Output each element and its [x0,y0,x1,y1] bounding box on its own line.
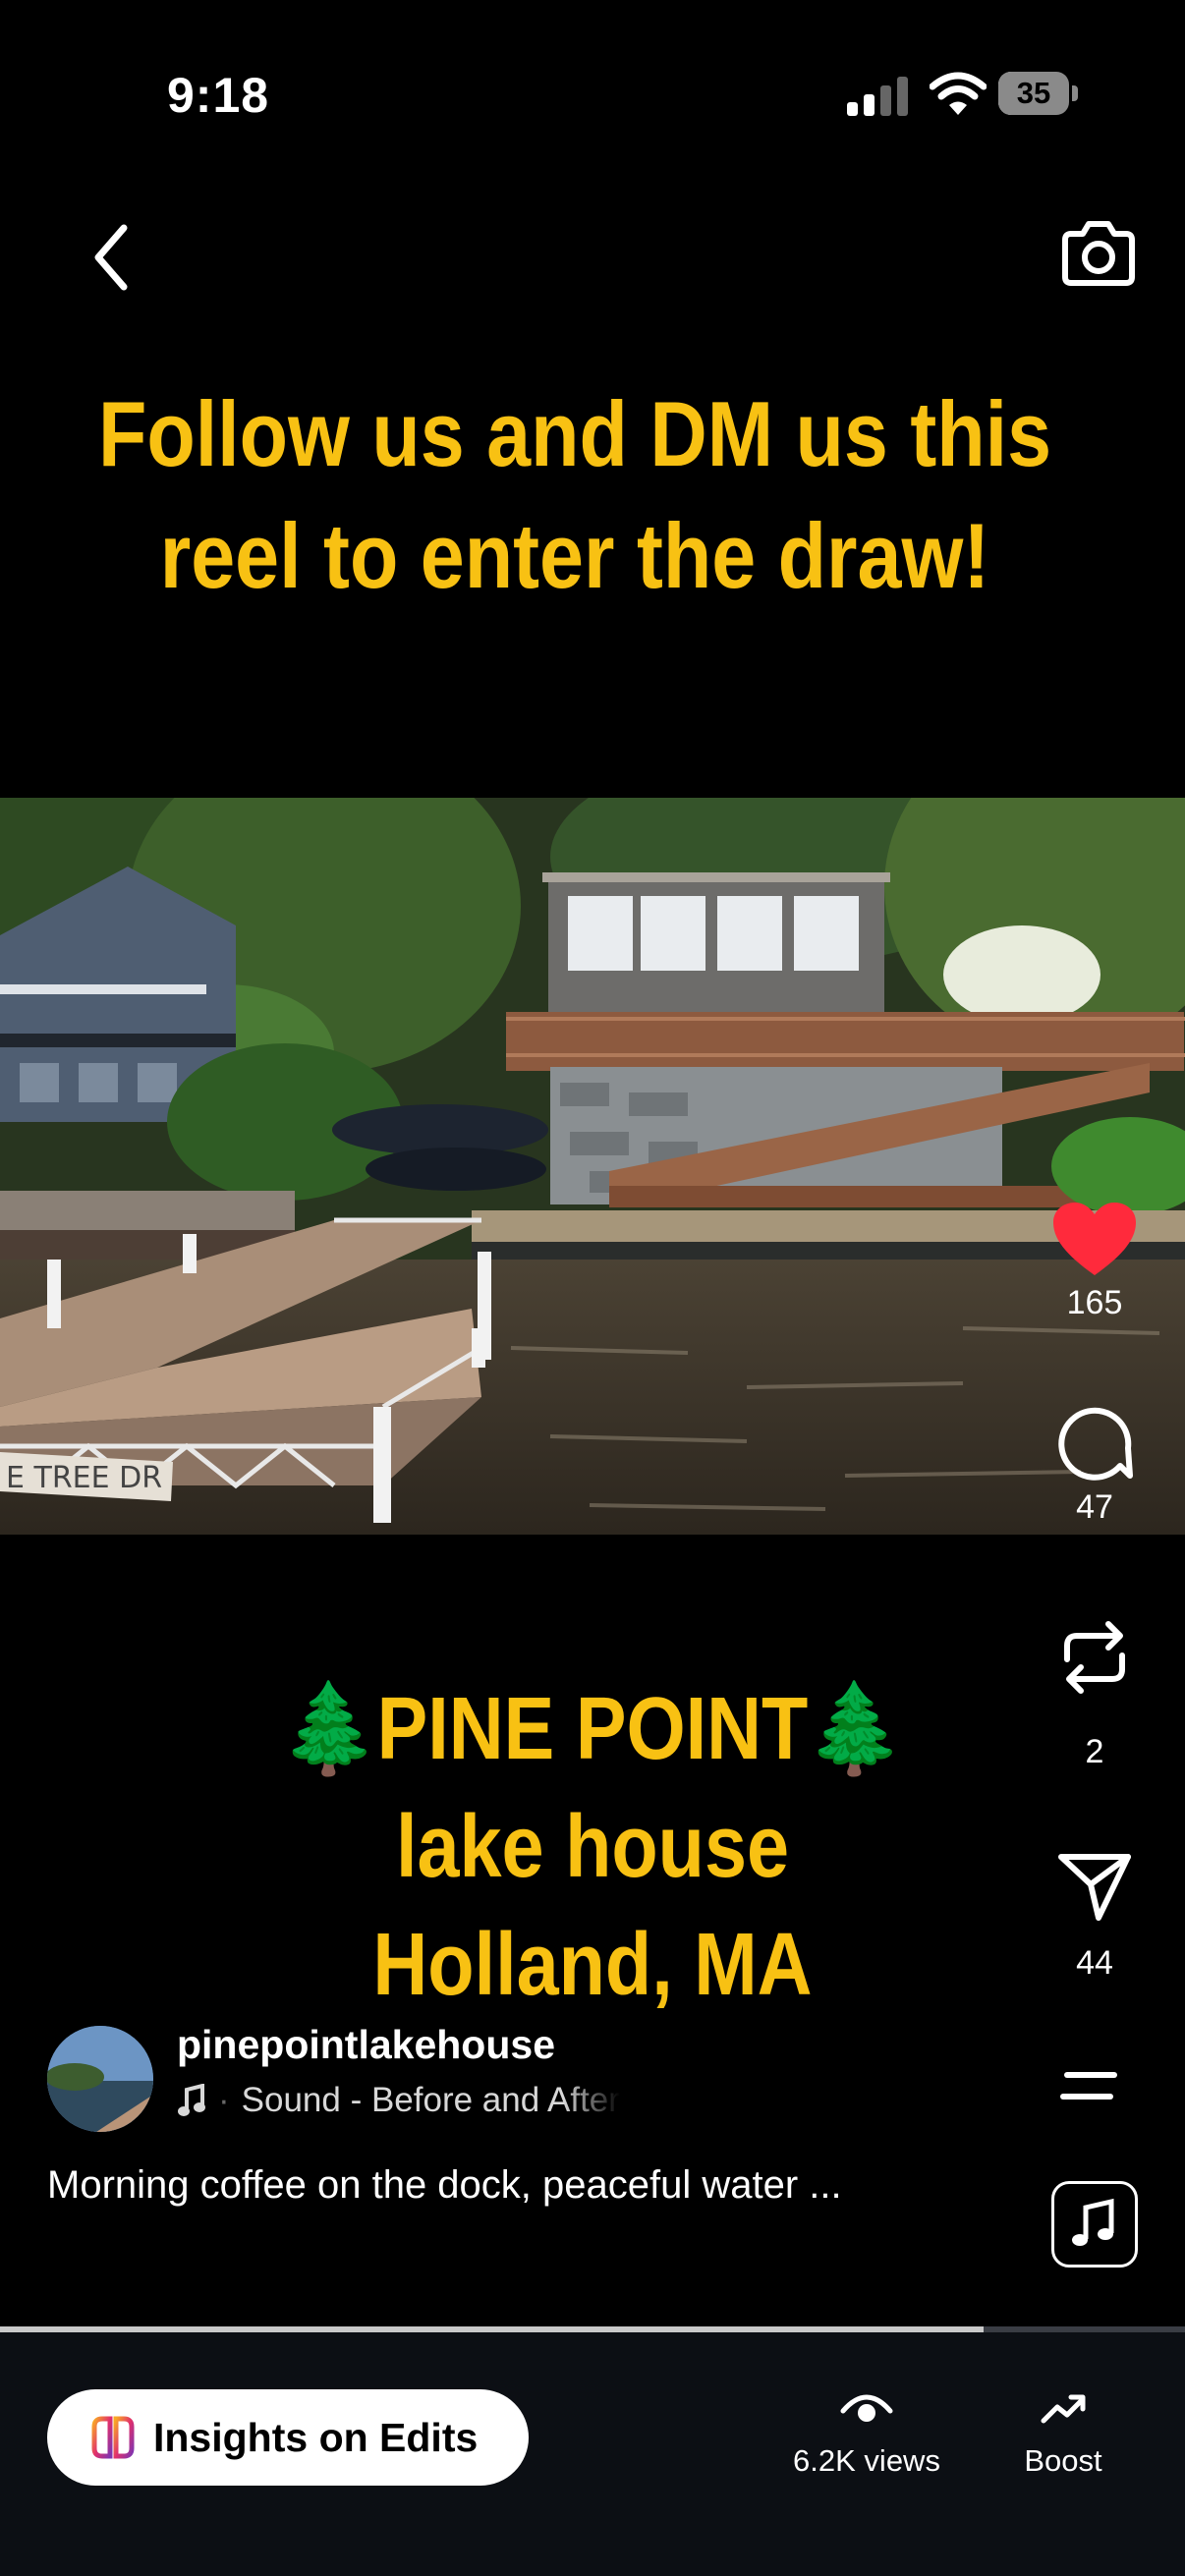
comment-icon [1058,1407,1133,1481]
avatar[interactable] [47,2026,153,2132]
wifi-icon [930,72,987,115]
reel-description[interactable]: Morning coffee on the dock, peaceful wat… [47,2163,842,2208]
music-separator-dot: · [218,2081,230,2119]
lake-house-photo: E TREE DR [0,798,1185,1535]
share-count: 44 [1076,1944,1113,1982]
top-caption: Follow us and DM us this reel to enter t… [81,373,1069,617]
comment-button[interactable]: 47 [1026,1405,1163,1527]
top-caption-line: Follow us and DM us this [97,382,1052,485]
share-button[interactable]: 44 [1026,1847,1163,1983]
views-label: 6.2K views [793,2443,940,2478]
bottom-caption-line: 🌲PINE POINT🌲 [282,1680,903,1778]
views-stat[interactable]: 6.2K views [776,2389,957,2479]
audio-tile-button[interactable] [1051,2181,1138,2268]
trend-up-icon [1041,2394,1086,2424]
repost-icon [1064,1621,1125,1694]
status-time: 9:18 [167,68,270,123]
top-caption-line: reel to enter the draw! [159,504,990,607]
heart-icon [1053,1203,1136,1275]
share-icon [1058,1854,1131,1921]
reel-video-frame[interactable]: E TREE DR [0,798,1185,1535]
music-label: Sound - Before and After [241,2081,620,2119]
bottom-caption: 🌲PINE POINT🌲 lake house Holland, MA [83,1670,1101,2024]
battery-level: 35 [1016,76,1051,110]
music-attribution[interactable]: · Sound - Before and After [177,2081,620,2120]
like-button[interactable]: 165 [1026,1201,1163,1322]
dock-sign-text: E TREE DR [6,1461,162,1495]
comment-count: 47 [1076,1488,1113,1526]
bottom-caption-line: Holland, MA [372,1916,813,2014]
boost-button[interactable]: Boost [1002,2389,1124,2479]
insights-on-edits-button[interactable]: Insights on Edits [47,2389,529,2486]
back-icon[interactable] [86,218,138,297]
boost-label: Boost [1024,2443,1102,2478]
music-note-icon [178,2084,205,2116]
repost-button[interactable]: 2 [1026,1616,1163,1771]
music-note-icon [1072,2198,1114,2246]
bottom-caption-line: lake house [395,1798,790,1896]
camera-icon[interactable] [1059,218,1138,289]
more-icon[interactable] [1059,2069,1120,2104]
eye-icon [840,2394,893,2422]
edits-logo-icon [91,2416,135,2459]
battery-icon: 35 [998,72,1079,115]
like-count: 165 [1066,1284,1123,1321]
author-username[interactable]: pinepointlakehouse [177,2022,555,2068]
cellular-signal-icon [847,77,908,116]
repost-count: 2 [1085,1733,1104,1770]
avatar-image [47,2026,153,2132]
insights-label: Insights on Edits [153,2414,479,2460]
